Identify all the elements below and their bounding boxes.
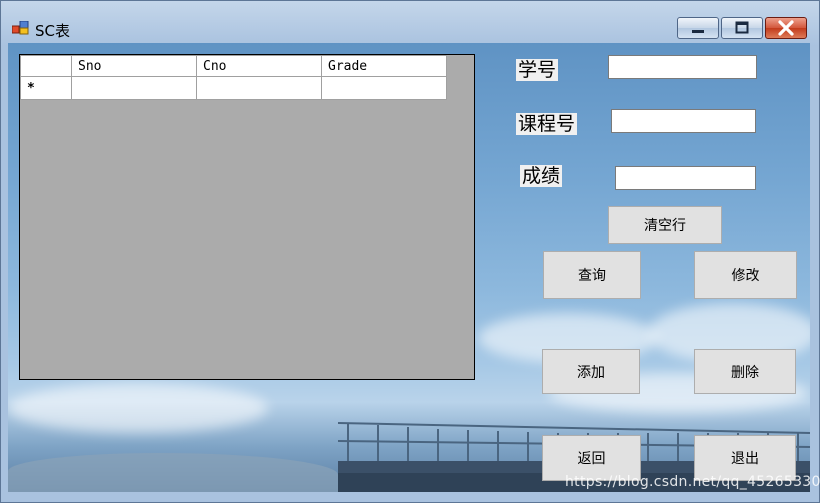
grid-header-row: Sno Cno Grade: [20, 55, 447, 77]
cell-grade[interactable]: [321, 76, 447, 100]
window-title: SC表: [35, 22, 70, 40]
column-header-sno[interactable]: Sno: [71, 55, 197, 77]
cell-sno[interactable]: [71, 76, 197, 100]
maximize-button[interactable]: [721, 17, 763, 39]
new-row-marker: *: [20, 76, 72, 100]
cno-label: 课程号: [516, 113, 578, 135]
form-client-area: Sno Cno Grade * 学号 课程号 成绩 清空行 查询 修改 添加 删…: [8, 43, 810, 492]
clear-row-button[interactable]: 清空行: [608, 206, 722, 244]
row-header-corner[interactable]: [20, 55, 72, 77]
grid-new-row[interactable]: *: [20, 76, 447, 100]
background-cloud: [8, 383, 268, 433]
column-header-grade[interactable]: Grade: [321, 55, 447, 77]
title-bar[interactable]: SC表: [1, 1, 819, 43]
app-icon: [12, 21, 29, 35]
close-button[interactable]: [765, 17, 807, 39]
close-icon: [778, 20, 794, 36]
modify-button[interactable]: 修改: [694, 251, 797, 299]
maximize-icon: [735, 21, 749, 34]
minimize-icon: [692, 30, 704, 33]
data-grid-table: Sno Cno Grade *: [20, 55, 447, 100]
delete-button[interactable]: 删除: [694, 349, 796, 394]
sno-label: 学号: [516, 59, 559, 81]
query-button[interactable]: 查询: [543, 251, 641, 299]
grade-label: 成绩: [520, 165, 563, 187]
background-hills: [8, 453, 338, 492]
watermark-text: https://blog.csdn.net/qq_45265330: [565, 474, 820, 490]
minimize-button[interactable]: [677, 17, 719, 39]
cell-cno[interactable]: [196, 76, 322, 100]
cno-input[interactable]: [611, 109, 756, 133]
column-header-cno[interactable]: Cno: [196, 55, 322, 77]
data-grid[interactable]: Sno Cno Grade *: [19, 54, 475, 380]
sno-input[interactable]: [608, 55, 757, 79]
grade-input[interactable]: [615, 166, 756, 190]
add-button[interactable]: 添加: [542, 349, 640, 394]
